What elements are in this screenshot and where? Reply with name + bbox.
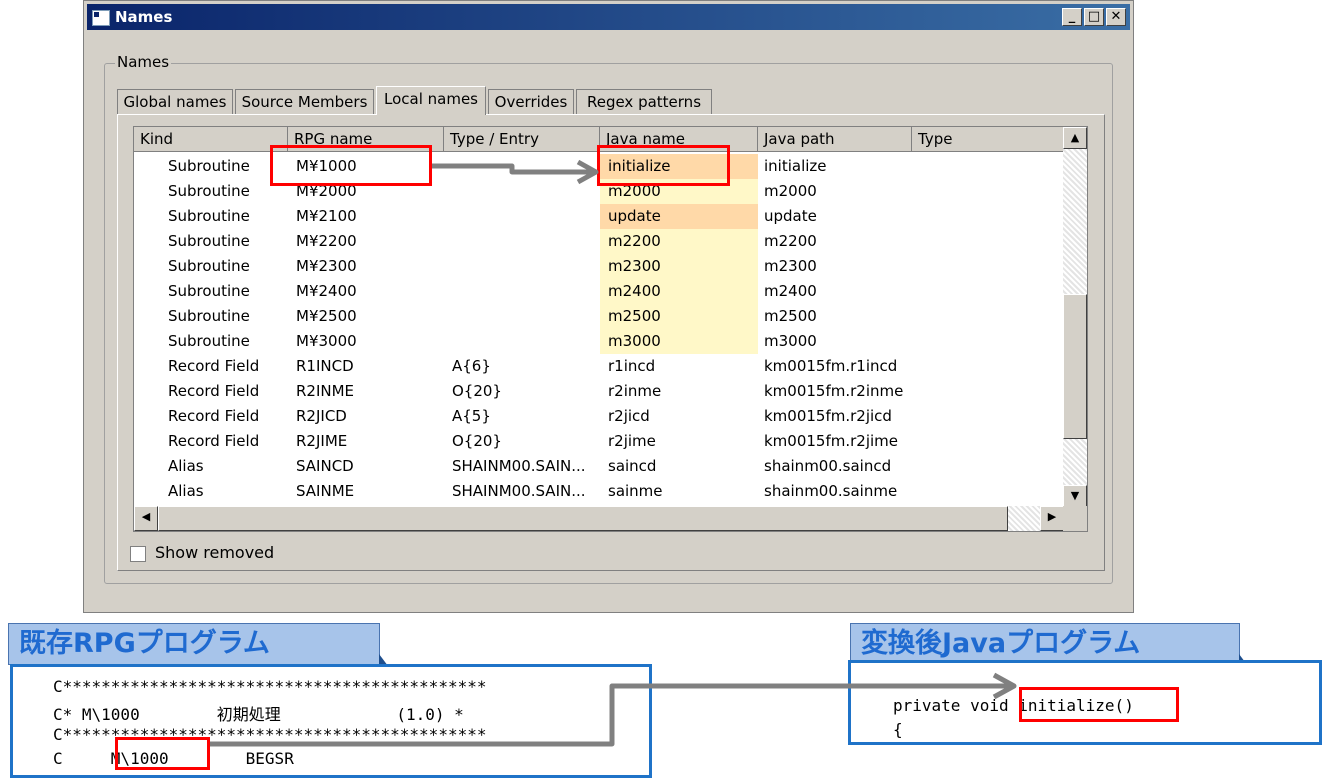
- tab-local-names[interactable]: Local names: [376, 86, 486, 115]
- arrows-overlay: [210, 159, 1017, 747]
- arrow-rpg-to-java-table: [432, 163, 592, 175]
- arrow-rpg-code-to-java-code: [210, 683, 1012, 747]
